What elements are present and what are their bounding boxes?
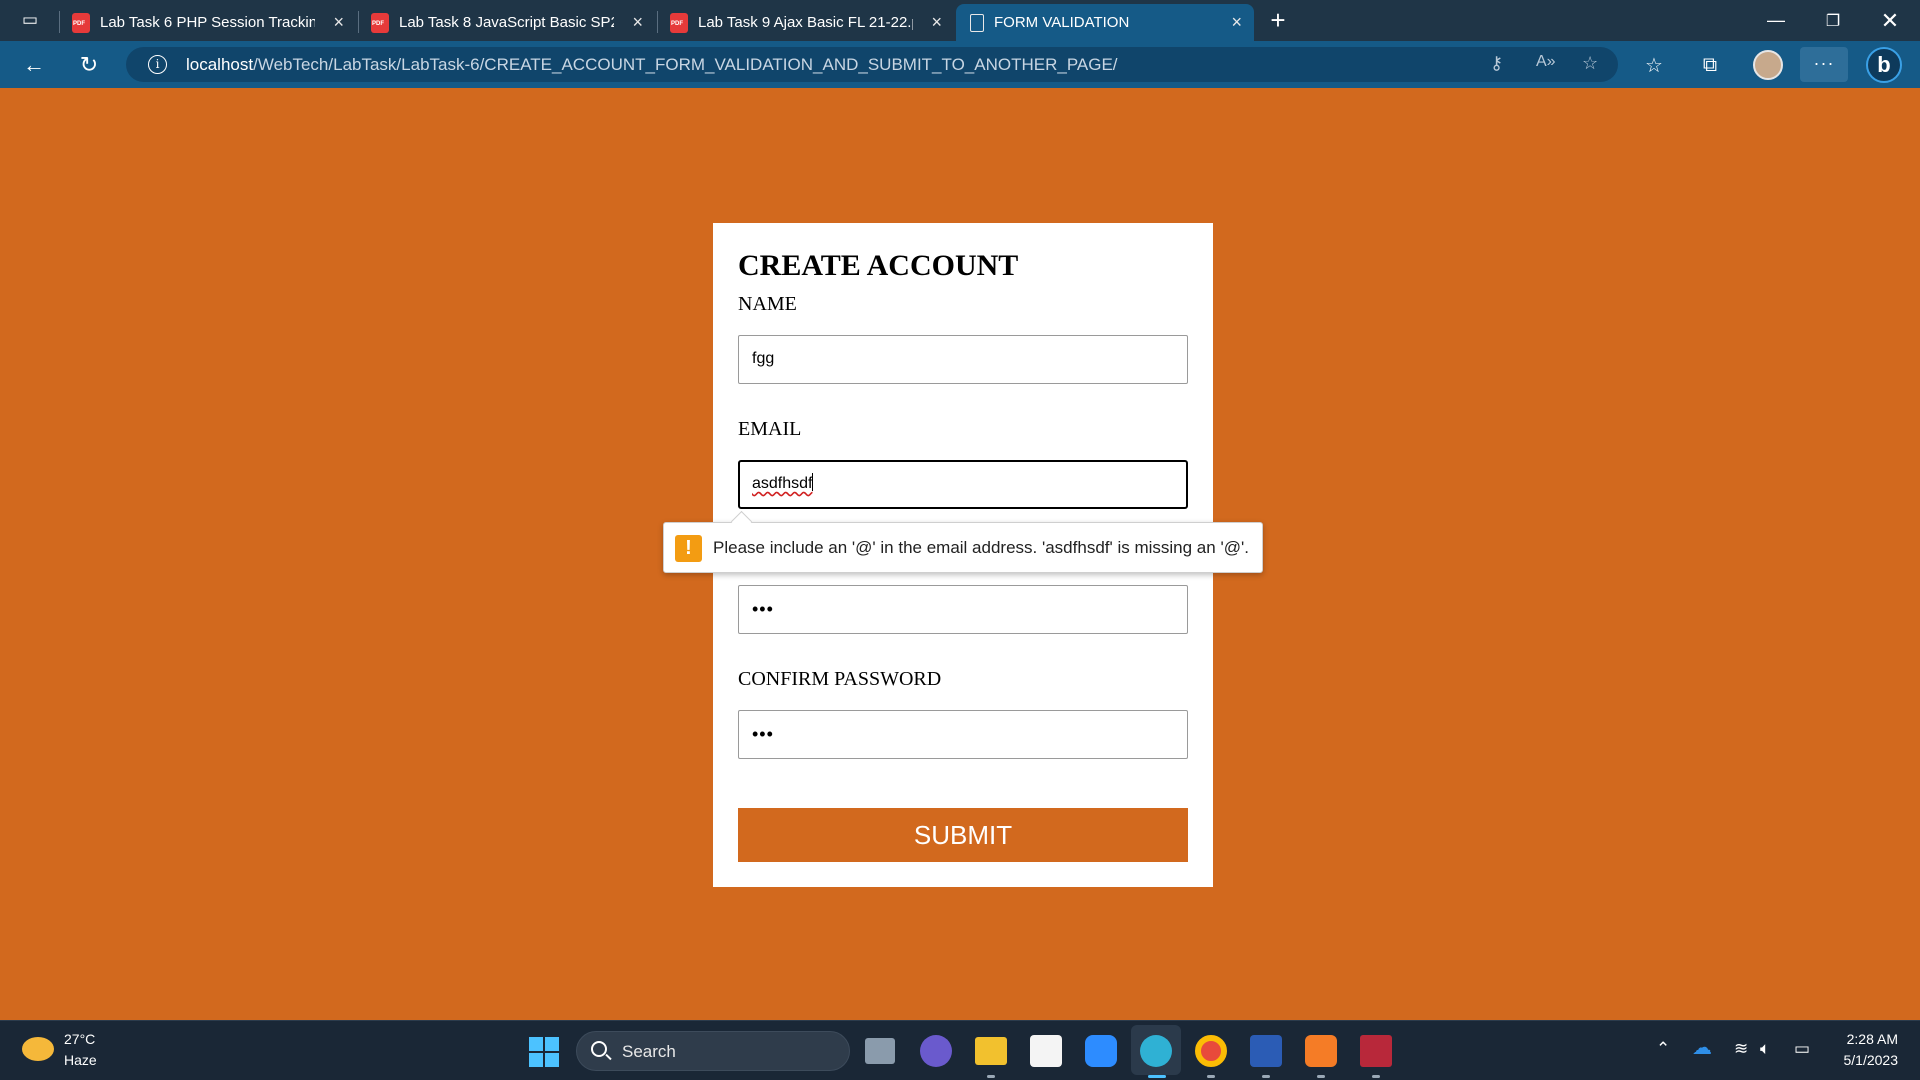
running-indicator bbox=[1207, 1075, 1215, 1078]
tab-title: Lab Task 9 Ajax Basic FL 21-22.pd bbox=[698, 14, 913, 31]
email-value: asdfhsdf bbox=[752, 475, 813, 492]
zoom-icon[interactable] bbox=[1085, 1035, 1117, 1067]
onedrive-icon[interactable]: ☁ bbox=[1692, 1035, 1712, 1060]
show-hidden-icons-icon[interactable]: ⌃ bbox=[1656, 1039, 1670, 1059]
wifi-icon[interactable]: ≋ bbox=[1734, 1039, 1748, 1059]
document-icon bbox=[970, 13, 984, 32]
volume-icon[interactable]: 🔈︎ bbox=[1760, 1039, 1770, 1059]
email-label: EMAIL bbox=[738, 418, 802, 440]
text-caret bbox=[812, 473, 814, 491]
weather-temperature[interactable]: 27°C bbox=[64, 1031, 95, 1047]
site-info-icon[interactable]: i bbox=[148, 55, 167, 74]
url-text[interactable]: localhost/WebTech/LabTask/LabTask-6/CREA… bbox=[186, 55, 1118, 75]
add-favorite-icon[interactable]: ☆ bbox=[1582, 53, 1598, 74]
warning-icon: ! bbox=[675, 535, 702, 562]
profile-avatar[interactable] bbox=[1753, 50, 1783, 80]
tab-lab-task-6[interactable]: Lab Task 6 PHP Session Tracking × bbox=[60, 4, 356, 41]
microsoft-store-icon[interactable] bbox=[1030, 1035, 1062, 1067]
refresh-icon[interactable]: ↻ bbox=[75, 51, 103, 79]
weather-haze-icon[interactable] bbox=[22, 1037, 54, 1061]
favorites-icon[interactable]: ☆ bbox=[1640, 51, 1668, 79]
chat-icon[interactable] bbox=[920, 1035, 952, 1067]
form-title: CREATE ACCOUNT bbox=[738, 249, 1019, 282]
clock-date[interactable]: 5/1/2023 bbox=[1828, 1052, 1899, 1068]
task-view-icon[interactable] bbox=[865, 1038, 895, 1064]
running-indicator bbox=[1317, 1075, 1325, 1078]
tab-title: FORM VALIDATION bbox=[994, 14, 1130, 31]
restore-icon[interactable]: ❐ bbox=[1805, 0, 1861, 41]
settings-more-button[interactable]: ··· bbox=[1800, 47, 1848, 82]
minimize-icon[interactable]: — bbox=[1748, 0, 1804, 41]
page-viewport: CREATE ACCOUNT NAME fgg EMAIL asdfhsdf •… bbox=[0, 88, 1920, 1020]
close-tab-icon[interactable]: × bbox=[632, 13, 643, 31]
pdf-icon bbox=[371, 12, 389, 33]
password-value: ••• bbox=[752, 599, 774, 619]
name-label: NAME bbox=[738, 293, 797, 315]
pdf-icon bbox=[72, 12, 90, 33]
tab-title: Lab Task 8 JavaScript Basic SP21- bbox=[399, 14, 614, 31]
key-icon[interactable]: ⚷ bbox=[1490, 53, 1503, 74]
tab-lab-task-9[interactable]: Lab Task 9 Ajax Basic FL 21-22.pd × bbox=[658, 4, 954, 41]
weather-description[interactable]: Haze bbox=[64, 1052, 97, 1068]
close-tab-icon[interactable]: × bbox=[931, 13, 942, 31]
name-input[interactable]: fgg bbox=[738, 335, 1188, 384]
browser-tab-bar: ▭ Lab Task 6 PHP Session Tracking × Lab … bbox=[0, 0, 1920, 41]
back-icon[interactable]: ← bbox=[20, 51, 48, 79]
confirm-password-input[interactable]: ••• bbox=[738, 710, 1188, 759]
clock-time[interactable]: 2:28 AM bbox=[1838, 1031, 1898, 1047]
close-tab-icon[interactable]: × bbox=[333, 13, 344, 31]
validation-message: Please include an '@' in the email addre… bbox=[713, 538, 1249, 557]
file-explorer-icon[interactable] bbox=[975, 1037, 1007, 1065]
address-bar[interactable]: i localhost/WebTech/LabTask/LabTask-6/CR… bbox=[126, 47, 1618, 82]
url-host: localhost bbox=[186, 55, 254, 74]
browser-toolbar: ← ↻ i localhost/WebTech/LabTask/LabTask-… bbox=[0, 41, 1920, 88]
read-aloud-icon[interactable]: A» bbox=[1536, 53, 1556, 71]
confirm-password-value: ••• bbox=[752, 724, 774, 744]
validation-tooltip: ! Please include an '@' in the email add… bbox=[663, 522, 1263, 573]
windows-start-icon[interactable] bbox=[529, 1037, 559, 1067]
running-indicator bbox=[1148, 1075, 1166, 1078]
running-indicator bbox=[1262, 1075, 1270, 1078]
tab-form-validation[interactable]: FORM VALIDATION × bbox=[956, 4, 1254, 41]
running-indicator bbox=[1372, 1075, 1380, 1078]
url-path: /WebTech/LabTask/LabTask-6/CREATE_ACCOUN… bbox=[253, 55, 1118, 74]
search-icon bbox=[591, 1041, 607, 1057]
bing-chat-icon[interactable]: b bbox=[1866, 47, 1902, 83]
chrome-icon[interactable] bbox=[1195, 1035, 1227, 1067]
pdf-icon bbox=[670, 12, 688, 33]
tab-title: Lab Task 6 PHP Session Tracking bbox=[100, 14, 315, 31]
battery-icon[interactable]: ▭ bbox=[1794, 1039, 1810, 1059]
new-tab-icon[interactable]: + bbox=[1264, 5, 1292, 35]
confirm-password-label: CONFIRM PASSWORD bbox=[738, 668, 942, 690]
running-indicator bbox=[987, 1075, 995, 1078]
close-window-icon[interactable]: ✕ bbox=[1862, 0, 1918, 41]
collections-icon[interactable]: ⧉ bbox=[1696, 51, 1724, 79]
close-tab-icon[interactable]: × bbox=[1231, 13, 1242, 31]
search-label: Search bbox=[622, 1042, 676, 1061]
password-input[interactable]: ••• bbox=[738, 585, 1188, 634]
email-input[interactable]: asdfhsdf bbox=[738, 460, 1188, 509]
submit-button[interactable]: SUBMIT bbox=[738, 808, 1188, 862]
word-icon[interactable] bbox=[1250, 1035, 1282, 1067]
tab-lab-task-8[interactable]: Lab Task 8 JavaScript Basic SP21- × bbox=[359, 4, 655, 41]
taskbar-search[interactable]: Search bbox=[576, 1031, 850, 1071]
tab-actions-icon[interactable]: ▭ bbox=[16, 6, 44, 34]
xampp-icon[interactable] bbox=[1305, 1035, 1337, 1067]
edge-icon[interactable] bbox=[1140, 1035, 1172, 1067]
winrar-icon[interactable] bbox=[1360, 1035, 1392, 1067]
windows-taskbar: 27°C Haze Search ⌃ ☁ ≋ 🔈︎ ▭ 2:28 AM 5/1/… bbox=[0, 1020, 1920, 1080]
